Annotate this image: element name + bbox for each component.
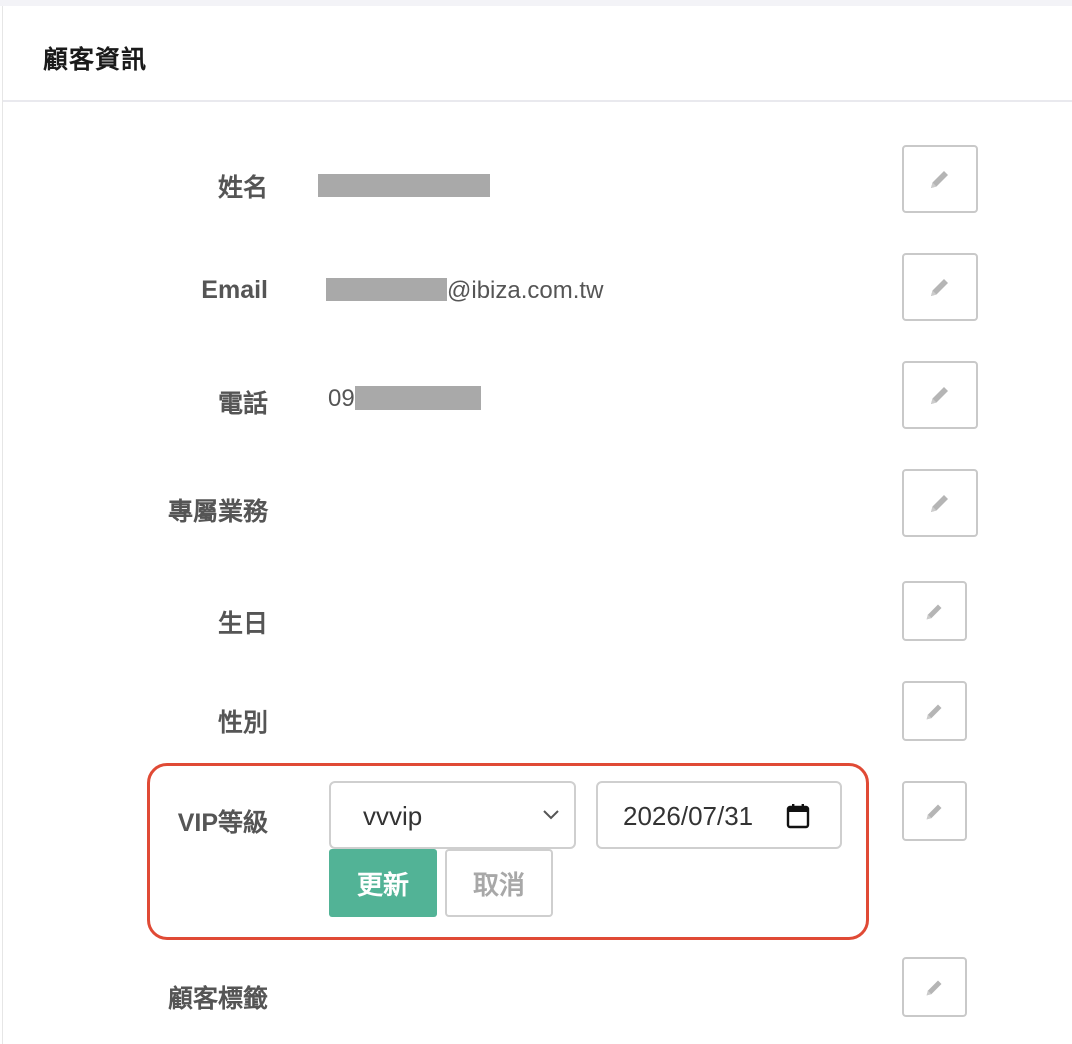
vip-level-selected-value: vvvip (363, 801, 423, 831)
pencil-icon (931, 495, 948, 512)
panel-title: 顧客資訊 (43, 46, 148, 74)
cancel-button[interactable]: 取消 (445, 849, 553, 917)
email-domain: @ibiza.com.tw (447, 277, 604, 304)
pencil-icon (926, 704, 942, 719)
edit-email-button[interactable] (902, 253, 978, 321)
customer-tags-label: 顧客標籤 (167, 985, 268, 1013)
pencil-icon (926, 804, 942, 819)
redaction-mask (326, 278, 447, 302)
pencil-icon (926, 604, 942, 619)
email-label: Email (201, 276, 268, 304)
email-value: @ibiza.com.tw (326, 277, 603, 305)
panel-header: 顧客資訊 (3, 6, 1072, 102)
pencil-icon (931, 171, 948, 188)
edit-tags-button[interactable] (902, 957, 967, 1017)
edit-phone-button[interactable] (902, 361, 978, 429)
edit-vip-button[interactable] (902, 781, 967, 841)
vip-level-select[interactable]: vvvip (329, 781, 576, 849)
vip-level-label: VIP等級 (177, 809, 268, 837)
edit-sales-rep-button[interactable] (902, 469, 978, 537)
phone-prefix: 09 (328, 385, 355, 412)
phone-label: 電話 (217, 390, 268, 418)
phone-value: 09 (328, 385, 481, 413)
edit-name-button[interactable] (902, 145, 978, 213)
calendar-icon[interactable] (786, 803, 810, 829)
birthday-label: 生日 (217, 610, 268, 638)
edit-birthday-button[interactable] (902, 581, 967, 641)
gender-label: 性別 (217, 709, 268, 737)
vip-expiry-date-input[interactable]: 2026/07/31 (596, 781, 842, 849)
redaction-mask (354, 385, 481, 410)
chevron-down-icon (543, 810, 559, 820)
pencil-icon (926, 980, 942, 995)
name-label: 姓名 (217, 174, 268, 202)
vip-expiry-date-value: 2026/07/31 (623, 801, 754, 831)
name-value (318, 171, 490, 199)
edit-gender-button[interactable] (902, 681, 967, 741)
pencil-icon (931, 279, 948, 296)
update-button[interactable]: 更新 (329, 849, 437, 917)
sales-rep-label: 專屬業務 (167, 498, 268, 526)
pencil-icon (931, 387, 948, 404)
redaction-mask (318, 174, 490, 198)
